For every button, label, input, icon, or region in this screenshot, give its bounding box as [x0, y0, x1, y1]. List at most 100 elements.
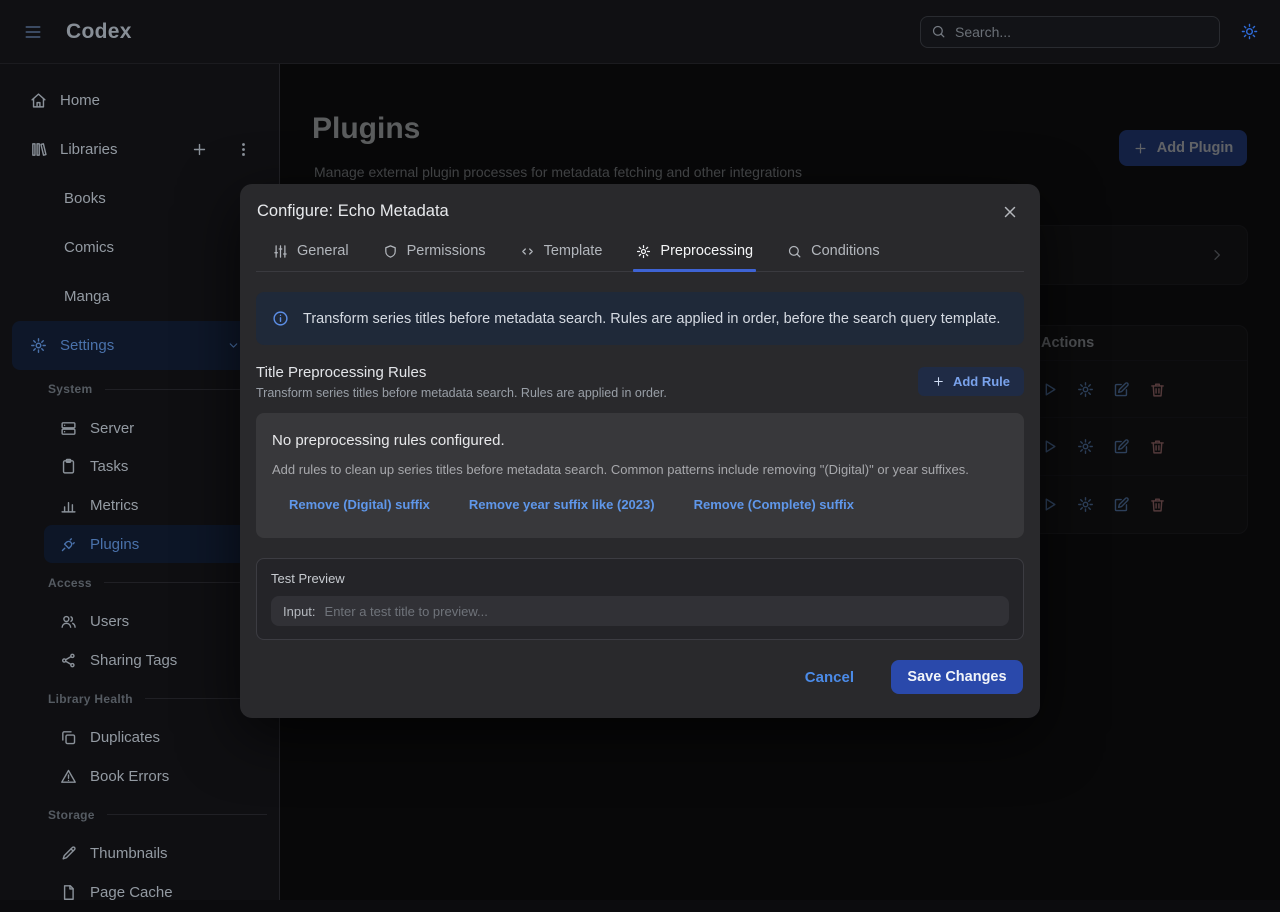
- close-icon[interactable]: [1001, 203, 1019, 221]
- search-input[interactable]: [955, 24, 1209, 40]
- sidebar: Home Libraries Books Comics Manga Settin…: [0, 64, 280, 900]
- rules-section-title: Title Preprocessing Rules: [256, 364, 667, 381]
- sidebar-item-settings[interactable]: Settings: [12, 321, 267, 370]
- theme-toggle-sun-icon[interactable]: [1241, 23, 1258, 40]
- add-library-icon[interactable]: [191, 141, 208, 158]
- rules-section-header: Title Preprocessing Rules Transform seri…: [256, 364, 1024, 400]
- test-input-label: Input:: [283, 604, 316, 619]
- sidebar-item-manga[interactable]: Manga: [0, 272, 279, 321]
- app-logo: Codex: [66, 20, 132, 44]
- empty-state-description: Add rules to clean up series titles befo…: [272, 462, 1008, 477]
- add-rule-button[interactable]: Add Rule: [918, 367, 1024, 396]
- modal-tabs: General Permissions Template Preprocessi…: [256, 232, 1024, 272]
- info-banner: Transform series titles before metadata …: [256, 292, 1024, 345]
- section-title: Storage: [48, 808, 95, 822]
- sidebar-item-duplicates[interactable]: Duplicates: [0, 718, 279, 757]
- sidebar-item-server[interactable]: Server: [0, 409, 279, 448]
- sidebar-item-home[interactable]: Home: [0, 76, 279, 125]
- gear-icon: [30, 337, 47, 354]
- rules-section-subtitle: Transform series titles before metadata …: [256, 386, 667, 400]
- empty-state: No preprocessing rules configured. Add r…: [256, 413, 1024, 538]
- section-title: Access: [48, 576, 92, 590]
- sidebar-section-system: System: [0, 370, 279, 409]
- suggestion-links: Remove (Digital) suffix Remove year suff…: [289, 497, 1008, 512]
- test-input-row[interactable]: Input:: [271, 596, 1009, 626]
- cancel-button[interactable]: Cancel: [805, 669, 854, 686]
- modal-footer: Cancel Save Changes: [256, 656, 1024, 698]
- sidebar-item-comics[interactable]: Comics: [0, 223, 279, 272]
- sidebar-item-label: Metrics: [90, 497, 138, 514]
- sidebar-item-plugins[interactable]: Plugins: [44, 525, 267, 564]
- sidebar-item-label: Home: [60, 92, 100, 109]
- sidebar-item-page-cache[interactable]: Page Cache: [0, 873, 279, 912]
- save-changes-button[interactable]: Save Changes: [891, 660, 1023, 694]
- sidebar-item-label: Comics: [64, 239, 114, 256]
- test-preview-title: Test Preview: [271, 571, 1009, 586]
- sidebar-item-label: Manga: [64, 288, 110, 305]
- suggestion-remove-year[interactable]: Remove year suffix like (2023): [469, 497, 655, 512]
- info-icon: [272, 310, 289, 327]
- modal-header: Configure: Echo Metadata: [256, 202, 1024, 232]
- code-icon: [520, 244, 535, 259]
- sidebar-item-label: Settings: [60, 337, 114, 354]
- sidebar-item-label: Books: [64, 190, 106, 207]
- library-icon: [30, 141, 47, 158]
- search-icon: [787, 244, 802, 259]
- file-icon: [60, 884, 77, 901]
- tab-permissions[interactable]: Permissions: [383, 243, 486, 271]
- brush-icon: [60, 845, 77, 862]
- tab-label: General: [297, 243, 349, 259]
- tab-template[interactable]: Template: [520, 243, 603, 271]
- sliders-icon: [273, 244, 288, 259]
- sidebar-item-sharing-tags[interactable]: Sharing Tags: [0, 641, 279, 680]
- sidebar-item-label: Duplicates: [90, 729, 160, 746]
- chevron-down-icon: [227, 339, 240, 352]
- tab-label: Template: [544, 243, 603, 259]
- test-title-input[interactable]: [325, 604, 997, 619]
- sidebar-item-thumbnails[interactable]: Thumbnails: [0, 834, 279, 873]
- sidebar-item-label: Users: [90, 613, 129, 630]
- global-search[interactable]: [920, 16, 1220, 48]
- tab-conditions[interactable]: Conditions: [787, 243, 880, 271]
- hamburger-menu-icon[interactable]: [23, 22, 43, 42]
- tab-label: Conditions: [811, 243, 880, 259]
- test-preview-panel: Test Preview Input:: [256, 558, 1024, 640]
- sidebar-item-label: Sharing Tags: [90, 652, 177, 669]
- sidebar-item-book-errors[interactable]: Book Errors: [0, 757, 279, 796]
- warning-icon: [60, 768, 77, 785]
- gear-icon: [636, 244, 651, 259]
- sidebar-item-libraries[interactable]: Libraries: [0, 125, 279, 174]
- share-icon: [60, 652, 77, 669]
- sidebar-item-label: Tasks: [90, 458, 128, 475]
- plug-icon: [60, 536, 77, 553]
- tab-preprocessing[interactable]: Preprocessing: [636, 243, 753, 271]
- add-rule-label: Add Rule: [953, 374, 1010, 389]
- sidebar-section-storage: Storage: [0, 796, 279, 835]
- info-banner-text: Transform series titles before metadata …: [303, 311, 1000, 327]
- bar-chart-icon: [60, 497, 77, 514]
- sidebar-item-label: Libraries: [60, 141, 118, 158]
- section-title: System: [48, 382, 93, 396]
- modal-title: Configure: Echo Metadata: [256, 202, 449, 221]
- sidebar-item-label: Thumbnails: [90, 845, 168, 862]
- library-more-icon[interactable]: [235, 141, 252, 158]
- configure-plugin-modal: Configure: Echo Metadata General Permiss…: [240, 184, 1040, 718]
- sidebar-section-access: Access: [0, 563, 279, 602]
- sidebar-item-label: Page Cache: [90, 884, 173, 901]
- suggestion-remove-digital[interactable]: Remove (Digital) suffix: [289, 497, 430, 512]
- sidebar-item-users[interactable]: Users: [0, 602, 279, 641]
- sidebar-item-tasks[interactable]: Tasks: [0, 447, 279, 486]
- sidebar-item-label: Book Errors: [90, 768, 169, 785]
- tab-label: Preprocessing: [660, 243, 753, 259]
- section-divider: [107, 814, 267, 815]
- tab-general[interactable]: General: [273, 243, 349, 271]
- home-icon: [30, 92, 47, 109]
- clipboard-icon: [60, 458, 77, 475]
- shield-icon: [383, 244, 398, 259]
- sidebar-item-metrics[interactable]: Metrics: [0, 486, 279, 525]
- sidebar-item-books[interactable]: Books: [0, 174, 279, 223]
- sidebar-item-label: Plugins: [90, 536, 139, 553]
- suggestion-remove-complete[interactable]: Remove (Complete) suffix: [694, 497, 854, 512]
- app-header: Codex: [0, 0, 1280, 64]
- duplicates-icon: [60, 729, 77, 746]
